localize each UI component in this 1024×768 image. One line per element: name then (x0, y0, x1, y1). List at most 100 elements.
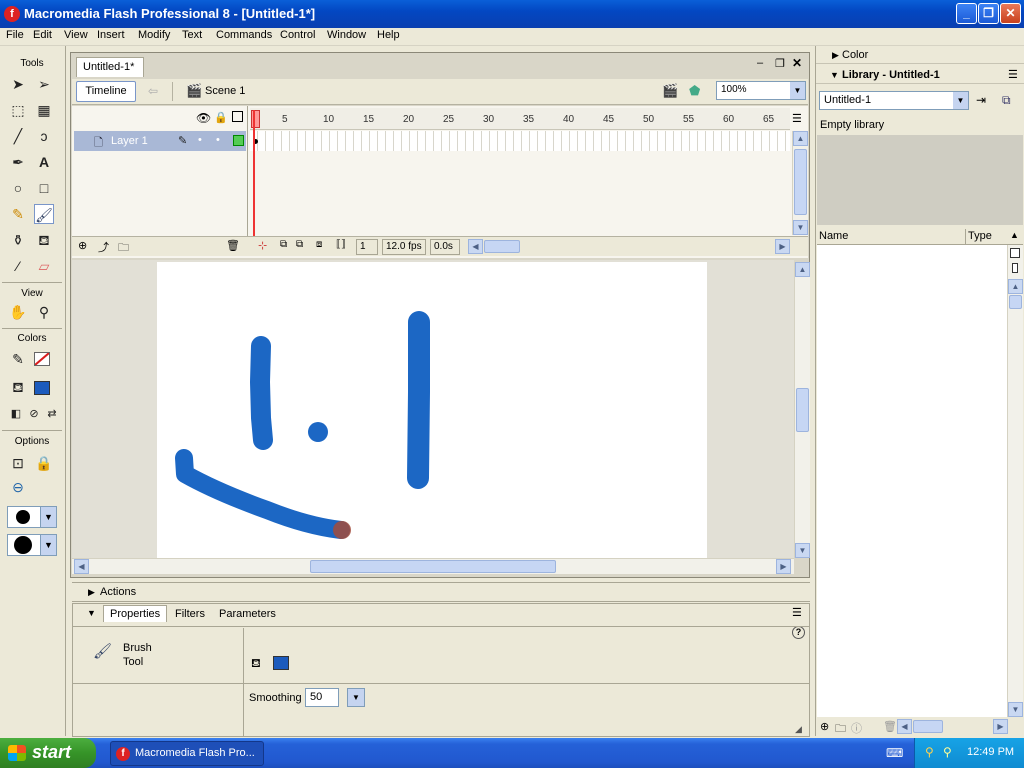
eraser-tool-icon[interactable]: ▱ (34, 256, 54, 276)
smoothing-dropdown-icon[interactable]: ▼ (347, 688, 365, 707)
outline-color-icon[interactable] (233, 135, 244, 146)
oval-tool-icon[interactable]: ○ (8, 178, 28, 198)
doc-close-icon[interactable]: ✕ (792, 56, 802, 70)
library-panel-header[interactable]: ▼ Library - Untitled-1 ☰ (816, 66, 1024, 84)
menu-text[interactable]: Text (182, 29, 202, 41)
library-col-type[interactable]: Type (968, 230, 992, 242)
timeline-button[interactable]: Timeline (76, 81, 136, 102)
panel-menu-icon[interactable]: ☰ (1008, 68, 1018, 81)
black-white-icon[interactable]: ◧ (6, 404, 26, 424)
scroll-right-icon[interactable]: ▶ (993, 719, 1008, 734)
scroll-up-icon[interactable]: ▲ (795, 262, 810, 277)
network-icon[interactable]: ⚲ (925, 745, 934, 759)
stage-canvas[interactable] (157, 262, 707, 558)
fill-color-swatch[interactable] (34, 381, 50, 395)
onion-markers-icon[interactable]: ⟦⟧ (336, 239, 346, 250)
scroll-right-icon[interactable]: ▶ (776, 559, 791, 574)
scroll-thumb[interactable] (1009, 295, 1022, 309)
panel-menu-icon[interactable]: ☰ (792, 606, 802, 619)
brush-size-select[interactable]: ▼ (7, 506, 57, 528)
tab-filters[interactable]: Filters (175, 608, 205, 620)
taskbar-item-flash[interactable]: f Macromedia Flash Pro... (110, 741, 264, 766)
free-transform-tool-icon[interactable]: ⬚ (8, 100, 28, 120)
library-select[interactable]: Untitled-1 ▼ (819, 91, 969, 110)
fill-color-swatch[interactable] (273, 656, 289, 670)
resize-grip-icon[interactable]: ◢ (795, 724, 802, 735)
menu-view[interactable]: View (64, 29, 88, 41)
wide-view-icon[interactable] (1010, 248, 1020, 258)
scroll-right-icon[interactable]: ▶ (775, 239, 790, 254)
timeline-menu-icon[interactable]: ☰ (792, 112, 802, 125)
fill-transform-tool-icon[interactable]: ▦ (34, 100, 54, 120)
edit-scene-icon[interactable]: 🎬 (662, 83, 678, 99)
menu-control[interactable]: Control (280, 29, 315, 41)
motion-guide-icon[interactable]: ⤴ (98, 239, 109, 255)
close-button[interactable]: ✕ (1000, 3, 1021, 24)
scroll-left-icon[interactable]: ◀ (468, 239, 483, 254)
eyedropper-tool-icon[interactable]: ⁄ (8, 256, 28, 276)
menu-file[interactable]: File (6, 29, 24, 41)
menu-commands[interactable]: Commands (216, 29, 272, 41)
frame-grid[interactable] (250, 131, 790, 151)
actions-panel-header[interactable]: ▶ Actions (72, 582, 810, 602)
color-panel-header[interactable]: ▶ Color (816, 46, 1024, 64)
edit-multiple-frames-icon[interactable]: ⧈ (316, 239, 322, 250)
tab-properties[interactable]: Properties (103, 605, 168, 622)
layer-row[interactable]: 🗋 Layer 1 ✎ • • (74, 131, 246, 151)
menu-modify[interactable]: Modify (138, 29, 170, 41)
scroll-left-icon[interactable]: ◀ (897, 719, 912, 734)
center-frame-icon[interactable]: ⊹ (258, 239, 267, 252)
brush-shape-select[interactable]: ▼ (7, 534, 57, 556)
scroll-down-icon[interactable]: ▼ (795, 543, 810, 558)
new-library-panel-icon[interactable]: ⧉ (1002, 93, 1011, 108)
scroll-thumb[interactable] (796, 388, 809, 432)
scroll-up-icon[interactable]: ▲ (793, 131, 808, 146)
scroll-left-icon[interactable]: ◀ (74, 559, 89, 574)
zoom-select[interactable]: 100% ▼ (716, 81, 806, 100)
onion-outline-icon[interactable]: ⧉ (296, 239, 303, 250)
scroll-up-icon[interactable]: ▲ (1008, 279, 1023, 294)
sort-arrow-icon[interactable]: ▲ (1010, 230, 1019, 240)
brush-mode-icon[interactable]: ⊡ (8, 453, 28, 473)
insert-layer-icon[interactable]: ⊕ (78, 239, 87, 252)
scroll-thumb[interactable] (310, 560, 556, 573)
brush-shape-icon[interactable]: ⊖ (8, 477, 28, 497)
text-tool-icon[interactable]: A (34, 152, 54, 172)
menu-help[interactable]: Help (377, 29, 400, 41)
delete-icon[interactable]: 🗑 (883, 720, 897, 733)
paint-bucket-tool-icon[interactable]: ⛾ (34, 230, 54, 250)
lock-dot-icon[interactable]: • (216, 134, 220, 146)
timeline-vertical-scrollbar[interactable]: ▲ ▼ (792, 131, 808, 235)
keyboard-icon[interactable]: ⌨ (886, 746, 903, 760)
brush-tool-icon[interactable]: 🖌 (34, 204, 54, 224)
delete-layer-icon[interactable]: 🗑 (226, 239, 240, 252)
menu-window[interactable]: Window (327, 29, 366, 41)
zoom-tool-icon[interactable]: ⚲ (34, 302, 54, 322)
library-vertical-scrollbar[interactable]: ▲ ▼ (1007, 245, 1023, 717)
menu-edit[interactable]: Edit (33, 29, 52, 41)
scroll-thumb[interactable] (794, 149, 807, 215)
new-folder-icon[interactable]: 🗀 (835, 720, 846, 739)
library-list[interactable] (817, 245, 1007, 717)
frame-rate-field[interactable]: 12.0 fps (382, 239, 426, 255)
frames-scroll-thumb[interactable] (484, 240, 520, 253)
smoothing-input[interactable]: 50 (305, 688, 339, 707)
pin-library-icon[interactable]: ⇥ (976, 93, 986, 107)
minimize-button[interactable]: _ (956, 3, 977, 24)
outline-icon[interactable] (232, 111, 243, 122)
doc-restore-icon[interactable]: ❐ (775, 57, 785, 70)
pencil-tool-icon[interactable]: ✎ (8, 204, 28, 224)
scene-label[interactable]: Scene 1 (205, 85, 245, 97)
maximize-button[interactable]: ❐ (978, 3, 999, 24)
stage-horizontal-scrollbar[interactable]: ◀ ▶ (72, 558, 794, 574)
document-tab[interactable]: Untitled-1* (76, 57, 144, 77)
pen-tool-icon[interactable]: ✒ (8, 152, 28, 172)
lock-icon[interactable]: 🔒 (214, 111, 228, 124)
visibility-dot-icon[interactable]: • (198, 134, 202, 146)
scroll-down-icon[interactable]: ▼ (1008, 702, 1023, 717)
help-icon[interactable]: ? (792, 626, 805, 639)
insert-folder-icon[interactable]: 🗀 (118, 239, 129, 258)
ink-bottle-tool-icon[interactable]: ⚱ (8, 230, 28, 250)
lasso-tool-icon[interactable]: ↄ (34, 126, 54, 146)
tab-parameters[interactable]: Parameters (219, 608, 276, 620)
